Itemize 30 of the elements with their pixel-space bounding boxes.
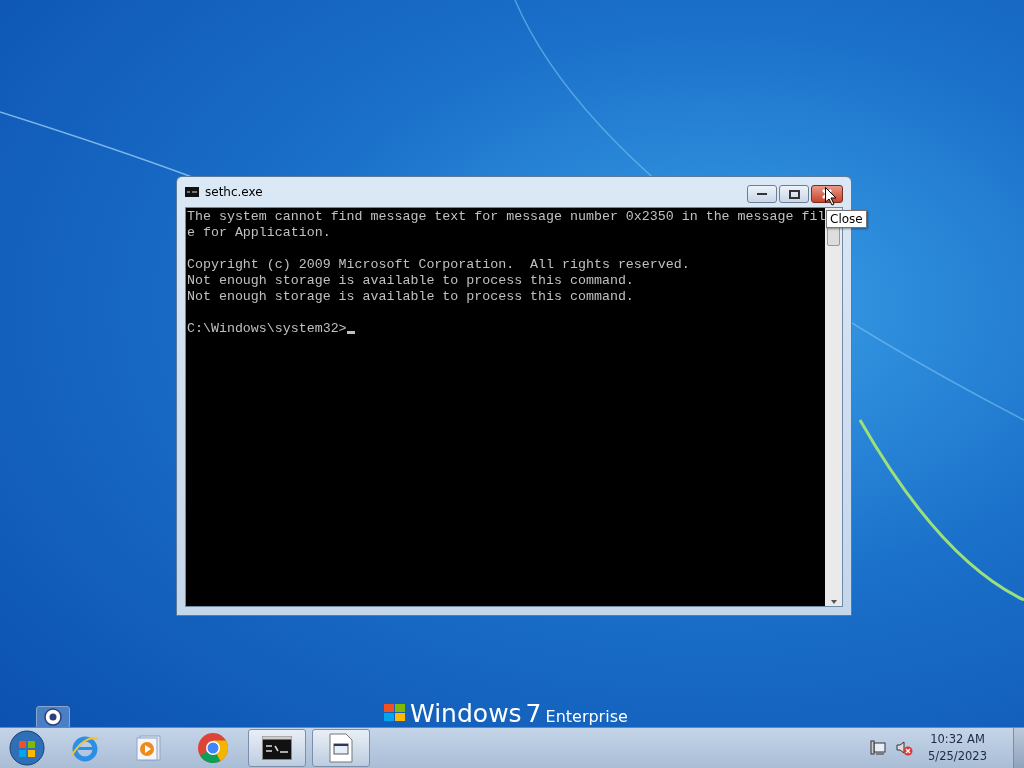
minimize-button[interactable] [747,185,777,203]
clock[interactable]: 10:32 AM 5/25/2023 [924,731,991,765]
window-title: sethc.exe [205,185,264,199]
desktop-shortcut[interactable] [36,706,70,728]
mouse-pointer-icon [825,187,837,206]
document-window-icon [329,733,353,763]
command-prompt: C:\Windows\system32> [187,321,347,337]
maximize-icon [788,189,800,199]
maximize-button[interactable] [779,185,809,203]
taskbar-button[interactable] [248,729,306,767]
console-line: Not enough storage is available to process this command. [187,273,635,289]
console-icon [262,736,292,760]
brand-edition: Enterprise [545,706,628,728]
console-line: Not enough storage is available to process this command. [187,289,635,305]
close-icon [822,189,832,199]
network-icon [870,740,887,756]
windows-flag-icon [384,702,406,722]
console-line: The system cannot find message text for message number 0x2350 in the message fil [187,209,825,225]
chrome-icon [197,732,229,764]
scroll-down-icon[interactable] [829,598,838,606]
minimize-icon [757,192,767,196]
console-line: Copyright (c) 2009 Microsoft Corporation. All rights reserved. [187,257,691,273]
tooltip: Close [826,210,867,228]
brand-name: Windows [410,700,522,727]
speaker-muted-icon [896,740,915,756]
console-icon [185,187,199,197]
media-player-icon [136,734,162,762]
windows-orb-icon [8,729,46,767]
brand-version: 7 [525,700,542,727]
console-line: e for Application. [187,225,332,241]
